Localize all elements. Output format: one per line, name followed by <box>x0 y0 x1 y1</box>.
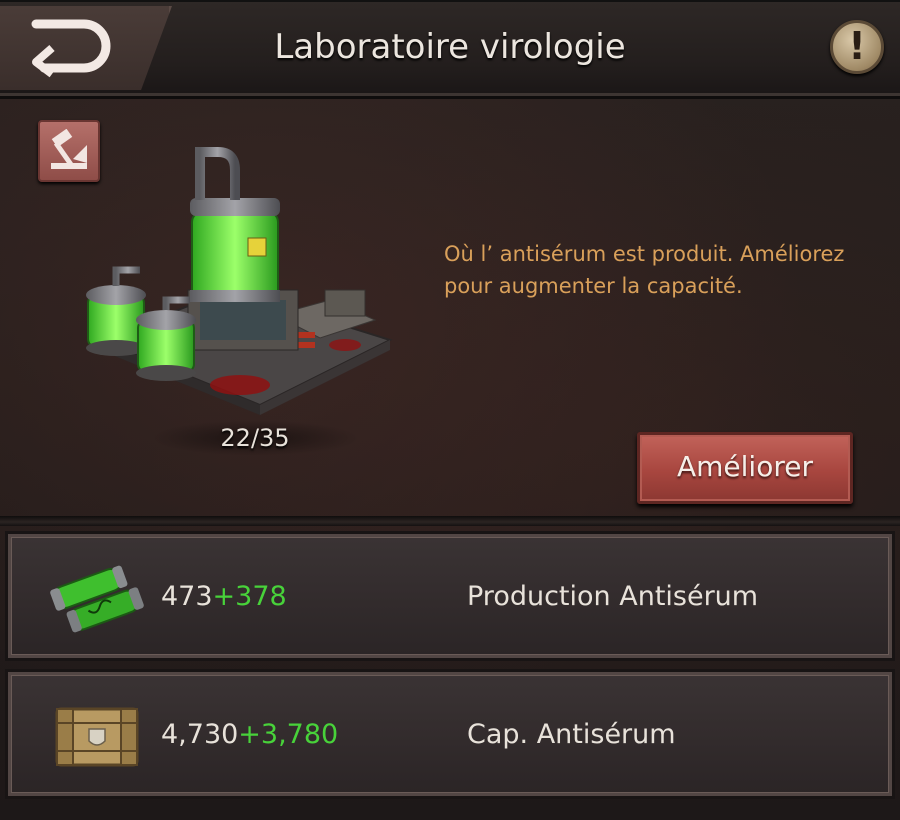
stat-row-capacity: 4,730+3,780 Cap. Antisérum <box>8 672 892 796</box>
building-description: Où l’ antisérum est produit. Améliorez p… <box>444 242 845 298</box>
production-label: Production Antisérum <box>467 581 759 612</box>
back-button[interactable] <box>0 6 172 90</box>
virology-lab-illustration <box>86 147 393 415</box>
antiserum-vials-icon <box>50 565 144 633</box>
building-level: 22/35 <box>220 424 290 452</box>
capacity-value: 4,730+3,780 <box>161 713 338 757</box>
header-bar: Laboratoire virologie ! <box>0 0 900 99</box>
building-info-screen: Laboratoire virologie ! 22/35 Où l’ anti… <box>0 0 900 820</box>
production-bonus: +378 <box>212 581 287 612</box>
supply-crate-icon <box>55 707 139 767</box>
back-arrow-icon <box>31 19 111 78</box>
production-base: 473 <box>161 581 213 612</box>
page-title: Laboratoire virologie <box>274 27 626 67</box>
exclamation-icon[interactable]: ! <box>830 20 884 74</box>
capacity-bonus: +3,780 <box>238 719 339 750</box>
upgrade-button[interactable]: Améliorer <box>637 432 853 504</box>
section-divider <box>0 516 900 526</box>
capacity-base: 4,730 <box>161 719 239 750</box>
production-value: 473+378 <box>161 575 287 619</box>
capacity-label: Cap. Antisérum <box>467 719 676 750</box>
stat-row-production: 473+378 Production Antisérum <box>8 534 892 658</box>
